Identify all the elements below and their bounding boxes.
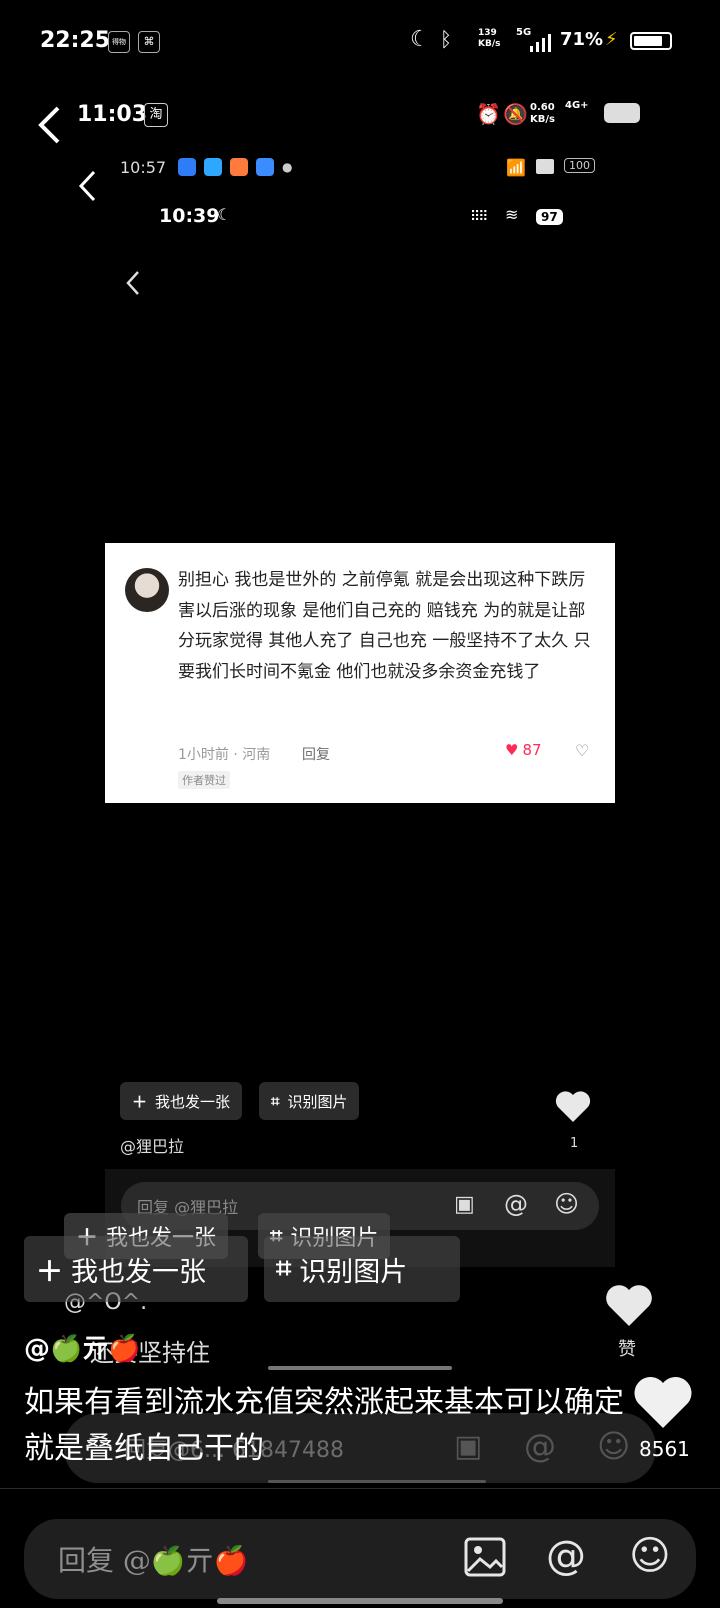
inner-author[interactable]: @狸巴拉 [120,1133,184,1157]
charging-icon: ⚡ [605,29,618,50]
back-icon-2[interactable] [78,170,96,206]
image-icon[interactable] [464,1537,506,1581]
dislike-icon[interactable]: ♡ [575,741,589,760]
recognize-label: 识别图片 [299,1256,408,1288]
image-icon-inner[interactable]: ▣ [454,1192,475,1217]
heart-icon-outer[interactable] [632,1374,694,1434]
heart-icon: ♥ [505,741,519,759]
back-icon[interactable] [38,106,60,148]
status-time: 22:25 [40,28,111,53]
back-icon-3[interactable] [126,270,140,300]
layer2-time: 10:57 [120,158,167,177]
alarm-icon: ⏰ [476,102,501,126]
moon-icon: ☾ [410,27,430,52]
emoji-icon[interactable]: ☺ [629,1533,671,1579]
layer1-battery-icon [604,103,640,123]
battery-icon [630,32,672,50]
reply-input[interactable]: 回复 @🍏亓🍎 @ ☺ [24,1519,696,1599]
wifi-icon-2: ≋ [505,205,519,224]
app-icon-dewu: 得物 [108,31,130,53]
battery-percent: 71% [560,29,604,50]
plus-icon: ＋ [132,1092,148,1111]
home-indicator [217,1598,503,1604]
mid-like-label: 赞 [618,1339,636,1360]
layer2-battery: 100 [564,158,595,173]
wifi-icon: 📶 [506,158,526,177]
at-icon-inner[interactable]: @ [504,1190,528,1218]
comment-text: 别担心 我也是世外的 之前停氪 就是会出现这种下跌厉害以后涨的现象 是他们自己充… [178,570,591,682]
comment-reply-link[interactable]: 回复 [302,744,330,764]
post-one-label: 我也发一张 [71,1256,206,1288]
signal-dots-icon: ⠿⠿ [470,209,488,225]
recognize-image-button[interactable]: ⌗ 识别图片 [264,1236,460,1302]
capcut-icon: ⌘ [138,31,160,53]
reply-placeholder: 回复 @🍏亓🍎 [58,1544,249,1577]
gesture-bar-mid [268,1366,452,1370]
post-one-button-inner[interactable]: ＋ 我也发一张 [120,1082,243,1120]
layer3-time: 10:39 [159,205,220,227]
post-one-button[interactable]: ＋ 我也发一张 [24,1236,248,1302]
post-caption: 如果有看到流水充值突然涨起来基本可以确定就是叠纸自己干的 [24,1385,624,1466]
mute-icon: 🔕 [503,102,528,126]
scan-icon: ⌗ [276,1253,292,1284]
recognize-image-button-inner[interactable]: ⌗ 识别图片 [259,1082,360,1120]
net-speed: 139 KB/s [478,28,501,49]
gesture-bar-inner [268,1480,486,1483]
emoji-icon-inner[interactable]: ☺ [554,1190,579,1218]
scan-icon: ⌗ [271,1092,280,1110]
layer1-network: 4G+ [565,100,589,111]
heart-icon-inner[interactable] [553,1088,593,1128]
app-icon-row: ● [178,158,292,176]
heart-icon-mid[interactable] [603,1282,655,1332]
sim-off-icon [536,159,554,174]
author-liked-badge: 作者赞过 [178,771,230,789]
at-icon[interactable]: @ [546,1533,586,1579]
divider [0,1488,720,1489]
bluetooth-icon: ᛒ [440,27,452,51]
layer1-time: 11:03 [77,102,148,127]
signal-icon [528,34,554,56]
comment-meta: 1小时前 · 河南 [178,747,271,763]
outer-like-count: 8561 [639,1437,690,1461]
plus-icon: ＋ [36,1256,63,1288]
inner-like-count: 1 [570,1136,579,1151]
outer-author[interactable]: @🍏亓🍎 [24,1328,141,1365]
layer3-battery: 97 [536,209,563,225]
post-one-label: 我也发一张 [155,1092,231,1111]
avatar [125,568,169,612]
comment-like-count: 87 [522,741,542,759]
comment-card: 别担心 我也是世外的 之前停氪 就是会出现这种下跌厉害以后涨的现象 是他们自己充… [105,543,615,803]
comment-like[interactable]: ♥ 87 [505,741,542,759]
moon-icon-2: ☾ [217,205,232,224]
recognize-label: 识别图片 [287,1092,348,1111]
taobao-badge: 淘 [144,103,168,127]
layer1-speed: 0.60 KB/s [530,102,555,125]
